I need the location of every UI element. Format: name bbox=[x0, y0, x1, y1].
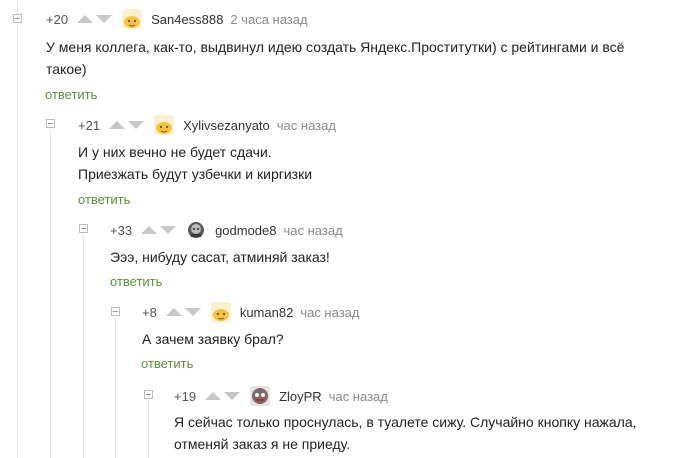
collapse-button[interactable] bbox=[111, 307, 120, 316]
downvote-icon[interactable] bbox=[160, 226, 177, 234]
downvote-icon[interactable] bbox=[224, 392, 241, 400]
avatar[interactable] bbox=[122, 9, 143, 29]
avatar[interactable] bbox=[186, 220, 207, 240]
comment-text: У меня коллега, как-то, выдвинул идею со… bbox=[46, 36, 624, 80]
comment-header: +8 kuman82 час назад bbox=[142, 302, 359, 322]
thread-line bbox=[17, 0, 18, 458]
comment-line: Приезжать будут узбечки и киргизки bbox=[78, 166, 313, 182]
comment-time[interactable]: 2 часа назад bbox=[230, 12, 307, 27]
avatar[interactable] bbox=[210, 302, 231, 322]
reply-link[interactable]: ответить bbox=[110, 274, 162, 289]
reply-link[interactable]: ответить bbox=[78, 192, 130, 207]
author-name[interactable]: Xylivsezanyato bbox=[183, 118, 270, 133]
comment-time[interactable]: час назад bbox=[300, 305, 359, 320]
comment-header: +20 San4ess888 2 часа назад bbox=[46, 9, 308, 29]
thread-line bbox=[83, 235, 84, 458]
upvote-icon[interactable] bbox=[205, 392, 222, 400]
comment-text: Эээ, нибуду сасат, атминяй заказ! bbox=[110, 246, 330, 268]
comment-time[interactable]: час назад bbox=[277, 118, 336, 133]
collapse-button[interactable] bbox=[144, 390, 153, 399]
comment-time[interactable]: час назад bbox=[284, 223, 343, 238]
rating-value: +21 bbox=[78, 117, 101, 133]
comment-line: И у них вечно не будет сдачи. bbox=[78, 144, 272, 160]
upvote-icon[interactable] bbox=[109, 121, 126, 129]
downvote-icon[interactable] bbox=[96, 15, 113, 23]
upvote-icon[interactable] bbox=[165, 308, 182, 316]
collapse-button[interactable] bbox=[79, 224, 88, 233]
collapse-button[interactable] bbox=[46, 119, 55, 128]
thread-line bbox=[115, 318, 116, 458]
comment-header: +21 Xylivsezanyato час назад bbox=[78, 115, 336, 135]
comment-text: И у них вечно не будет сдачи. Приезжать … bbox=[78, 141, 312, 185]
comment-line: Эээ, нибуду сасат, атминяй заказ! bbox=[110, 249, 330, 265]
thread-line bbox=[148, 400, 149, 458]
comment-text: Я сейчас только проснулась, в туалете си… bbox=[174, 411, 637, 455]
comment-header: +33 godmode8 час назад bbox=[110, 220, 343, 240]
downvote-icon[interactable] bbox=[128, 121, 145, 129]
rating-value: +20 bbox=[46, 11, 69, 27]
collapse-button[interactable] bbox=[13, 14, 22, 23]
comment-line: У меня коллега, как-то, выдвинул идею со… bbox=[46, 39, 625, 55]
rating-value: +8 bbox=[142, 304, 157, 320]
thread-line bbox=[50, 130, 51, 458]
rating-value: +19 bbox=[174, 388, 197, 404]
upvote-icon[interactable] bbox=[141, 226, 158, 234]
avatar[interactable] bbox=[154, 115, 175, 135]
comment-time[interactable]: час назад bbox=[329, 389, 388, 404]
author-name[interactable]: San4ess888 bbox=[151, 12, 223, 27]
comment-text: А зачем заявку брал? bbox=[142, 328, 284, 350]
comment-line: отменяй заказ я не приеду. bbox=[174, 436, 351, 452]
author-name[interactable]: godmode8 bbox=[215, 223, 276, 238]
reply-link[interactable]: ответить bbox=[45, 87, 97, 102]
upvote-icon[interactable] bbox=[77, 15, 94, 23]
comment-line: А зачем заявку брал? bbox=[142, 331, 284, 347]
rating-value: +33 bbox=[110, 222, 133, 238]
comment-header: +19 ZloyPR час назад bbox=[174, 386, 388, 406]
downvote-icon[interactable] bbox=[184, 308, 201, 316]
author-name[interactable]: kuman82 bbox=[240, 305, 293, 320]
comment-line: Я сейчас только проснулась, в туалете си… bbox=[174, 414, 637, 430]
author-name[interactable]: ZloyPR bbox=[279, 389, 322, 404]
avatar[interactable] bbox=[250, 386, 271, 406]
comment-line: такое) bbox=[46, 61, 87, 77]
reply-link[interactable]: ответить bbox=[141, 356, 193, 371]
